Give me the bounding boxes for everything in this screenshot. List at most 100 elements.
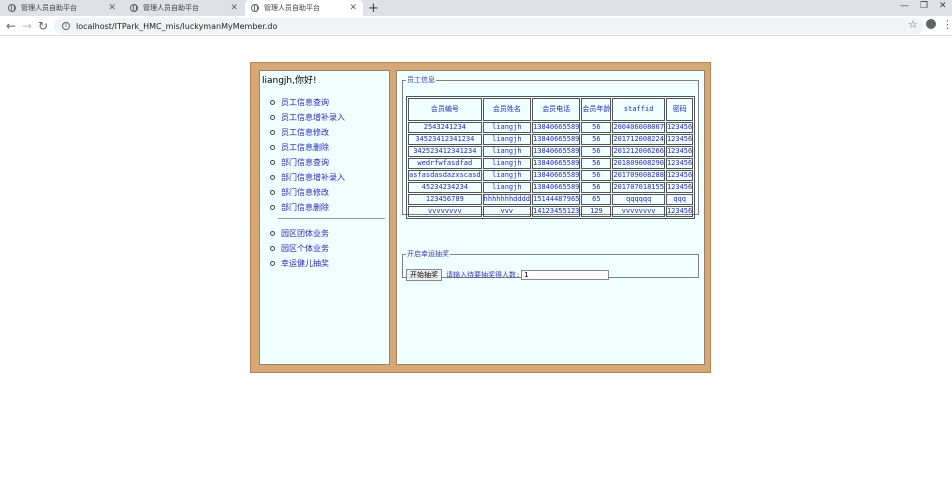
bookmark-star-icon[interactable]: ☆ [908,18,918,31]
table-row: 123456789 hhhhhhhdddd 15144487965 65 qqqqqq q… [408,194,694,205]
new-tab-icon[interactable]: + [368,1,379,16]
reload-icon[interactable]: ↻ [38,19,48,33]
minimize-icon[interactable]: — [900,1,909,11]
table-cell: 56 [581,158,612,169]
sidebar-menu: 员工信息查询 员工信息增补录入 员工信息修改 员工信息删除 部门信息查询 部门信… [270,95,385,271]
table-cell: 129 [581,206,612,217]
table-cell: qqqqqq [612,194,665,205]
table-cell: 56 [581,134,612,145]
sidebar-item-staff-edit[interactable]: 员工信息修改 [270,125,385,140]
browser-tab-3[interactable]: 管理人员自助平台 ✕ [245,0,363,16]
table-cell: liangjh [482,146,532,157]
sidebar-item-dept-add[interactable]: 部门信息增补录入 [270,170,385,185]
sidebar-link[interactable]: 幸运健儿抽奖 [281,258,329,269]
sidebar-link[interactable]: 部门信息增补录入 [281,172,345,183]
table-cell: 13840665589 [532,134,581,145]
table-cell: 123456 [665,170,694,181]
table-cell: asfasdasdazxscasd [408,170,482,181]
forward-arrow-icon[interactable]: → [22,19,32,33]
table-cell: 200406008007 [612,122,665,133]
table-row: 34523412341234 liangjh 13840665589 56 201712… [408,134,694,145]
table-cell: liangjh [482,122,532,133]
table-cell: 123456 [665,134,694,145]
page-frame: liangjh,你好! 员工信息查询 员工信息增补录入 员工信息修改 员工信息删… [250,62,711,373]
profile-icon[interactable] [926,19,936,29]
sidebar-link[interactable]: 园区个体业务 [281,243,329,254]
more-menu-icon[interactable]: ⋮ [942,18,952,31]
table-row: wedrfwfasdfad liangjh 13840665589 56 2018090… [408,158,694,169]
table-cell: 56 [581,146,612,157]
table-cell: liangjh [482,158,532,169]
sidebar-item-dept-edit[interactable]: 部门信息修改 [270,185,385,200]
window-close-icon[interactable]: ✕ [939,1,947,11]
lottery-count-label: 请输入待要抽奖得人数: [446,271,521,279]
close-icon[interactable]: ✕ [108,3,116,13]
table-cell: 123456789 [408,194,482,205]
bullet-icon [270,205,275,210]
table-cell: 34523412341234 [408,134,482,145]
tab-title: 管理人员自助平台 [143,4,199,12]
browser-tab-2[interactable]: 管理人员自助平台 ✕ [124,0,244,16]
table-row: 2543241234 liangjh 13840665589 56 2004060080… [408,122,694,133]
table-cell: 13840665589 [532,158,581,169]
sidebar-item-park-individual[interactable]: 园区个体业务 [270,241,385,256]
lottery-legend: 开启幸运抽奖 [407,250,449,258]
table-cell: 13840665589 [532,170,581,181]
table-cell: liangjh [482,182,532,193]
table-cell: 123456 [665,146,694,157]
table-row: vvvvvvvv vvv 14123455123 129 vvvvvvvv 123456 [408,206,694,217]
column-header: 会员编号 [408,98,482,121]
sidebar-item-staff-delete[interactable]: 员工信息删除 [270,140,385,155]
bullet-icon [270,175,275,180]
url-text[interactable]: localhost/ITPark_HMC_mis/luckymanMyMembe… [76,22,277,31]
table-cell: 201709008288 [612,170,665,181]
sidebar-link[interactable]: 员工信息修改 [281,127,329,138]
table-cell: hhhhhhhdddd [482,194,532,205]
close-icon[interactable]: ✕ [349,3,357,13]
staff-table-body: 2543241234 liangjh 13840665589 56 2004060080… [408,122,694,217]
address-bar[interactable]: i localhost/ITPark_HMC_mis/luckymanMyMem… [54,18,924,34]
sidebar-link[interactable]: 部门信息删除 [281,202,329,213]
restore-icon[interactable]: ❐ [920,1,928,11]
table-row: asfasdasdazxscasd liangjh 13840665589 56 201… [408,170,694,181]
sidebar-link[interactable]: 员工信息查询 [281,97,329,108]
start-lottery-button[interactable]: 开始抽奖 [406,269,442,281]
lottery-count-input[interactable] [521,270,610,280]
bullet-icon [270,145,275,150]
close-icon[interactable]: ✕ [230,3,238,13]
table-cell: 201212006266 [612,146,665,157]
main-panel: 员工信息 会员编号 会员姓名 会员电话 会员年龄 staffid 密码 2543… [396,70,705,365]
bullet-icon [270,231,275,236]
sidebar-item-dept-query[interactable]: 部门信息查询 [270,155,385,170]
sidebar-item-dept-delete[interactable]: 部门信息删除 [270,200,385,215]
table-cell: 201712008224 [612,134,665,145]
info-icon[interactable]: i [62,22,70,30]
sidebar-link[interactable]: 园区团体业务 [281,228,329,239]
sidebar-link[interactable]: 部门信息查询 [281,157,329,168]
back-arrow-icon[interactable]: ← [6,19,16,33]
table-cell: 14123455123 [532,206,581,217]
sidebar-divider [270,218,385,226]
table-cell: 56 [581,122,612,133]
column-header: 会员电话 [532,98,581,121]
sidebar-item-park-group[interactable]: 园区团体业务 [270,226,385,241]
sidebar-item-staff-query[interactable]: 员工信息查询 [270,95,385,110]
bullet-icon [270,190,275,195]
sidebar-link[interactable]: 员工信息删除 [281,142,329,153]
table-cell: 45234234234 [408,182,482,193]
browser-tab-1[interactable]: 管理人员自助平台 ✕ [2,0,122,16]
lottery-fieldset: 开启幸运抽奖 开始抽奖 请输入待要抽奖得人数: [402,249,699,281]
table-cell: 123456 [665,122,694,133]
globe-icon [251,4,259,12]
tab-title: 管理人员自助平台 [21,4,77,12]
sidebar-link[interactable]: 部门信息修改 [281,187,329,198]
table-header-row: 会员编号 会员姓名 会员电话 会员年龄 staffid 密码 [408,98,694,121]
sidebar-link[interactable]: 员工信息增补录入 [281,112,345,123]
browser-toolbar: ← → ↻ i localhost/ITPark_HMC_mis/luckyma… [0,16,952,36]
staff-info-fieldset: 员工信息 会员编号 会员姓名 会员电话 会员年龄 staffid 密码 2543… [402,75,699,219]
table-cell: 201707018155 [612,182,665,193]
sidebar-item-staff-add[interactable]: 员工信息增补录入 [270,110,385,125]
column-header: 密码 [665,98,694,121]
table-row: 342523412341234 liangjh 13840665589 56 20121… [408,146,694,157]
sidebar-item-lottery[interactable]: 幸运健儿抽奖 [270,256,385,271]
